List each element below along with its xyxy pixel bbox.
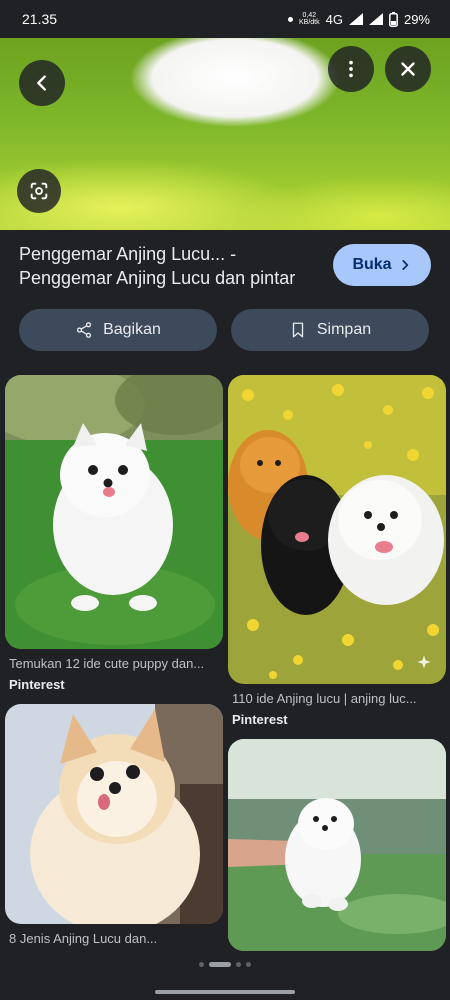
save-button[interactable]: Simpan — [231, 309, 429, 351]
battery-icon — [389, 11, 398, 27]
signal-icon — [348, 13, 363, 25]
share-button-label: Bagikan — [103, 321, 161, 338]
close-button[interactable] — [385, 46, 431, 92]
notification-dot-icon — [288, 16, 293, 22]
lens-icon — [30, 182, 48, 200]
result-source: Pinterest — [232, 712, 288, 727]
sparkle-icon — [417, 655, 431, 669]
status-time: 21.35 — [22, 11, 58, 27]
page-dot — [246, 962, 251, 967]
arrow-left-icon — [37, 75, 46, 91]
cream-pomeranian-image — [5, 704, 223, 924]
network-type: 4G — [325, 11, 343, 27]
share-icon — [76, 322, 92, 338]
page-indicator — [0, 962, 450, 967]
result-image-card[interactable] — [5, 375, 223, 649]
open-button-label: Buka — [352, 256, 392, 273]
result-source: Pinterest — [9, 677, 65, 692]
white-pomeranian-image — [5, 375, 223, 649]
result-image-card[interactable] — [5, 704, 223, 924]
status-icons: 0,42 KB/dtk 4G 29% — [288, 11, 430, 27]
held-pomeranian-image — [228, 739, 446, 951]
share-button[interactable]: Bagikan — [19, 309, 217, 351]
status-bar: 21.35 0,42 KB/dtk 4G 29% — [0, 0, 450, 38]
save-button-label: Simpan — [316, 321, 372, 338]
chevron-right-icon — [401, 260, 408, 270]
page-dot-active — [209, 962, 231, 967]
result-caption[interactable]: Temukan 12 ide cute puppy dan... — [9, 656, 221, 671]
hero-image[interactable] — [0, 38, 450, 230]
home-indicator[interactable] — [155, 990, 295, 994]
page-dot — [199, 962, 204, 967]
three-pomeranians-image — [228, 375, 446, 684]
result-image-card[interactable] — [228, 739, 446, 951]
page-dot — [236, 962, 241, 967]
back-button[interactable] — [19, 60, 65, 106]
lens-button[interactable] — [17, 169, 61, 213]
open-button[interactable]: Buka — [333, 244, 431, 286]
network-speed: 0,42 KB/dtk — [299, 12, 320, 26]
more-options-button[interactable] — [328, 46, 374, 92]
battery-percent: 29% — [403, 11, 430, 27]
more-vert-icon — [349, 60, 353, 78]
result-caption[interactable]: 8 Jenis Anjing Lucu dan... — [9, 931, 221, 946]
result-image-card[interactable] — [228, 375, 446, 684]
result-caption[interactable]: 110 ide Anjing lucu | anjing luc... — [232, 691, 444, 706]
close-icon — [401, 62, 415, 76]
bookmark-icon — [292, 322, 304, 338]
page-title[interactable]: Penggemar Anjing Lucu... - Penggemar Anj… — [19, 242, 319, 290]
signal-icon — [368, 13, 383, 25]
